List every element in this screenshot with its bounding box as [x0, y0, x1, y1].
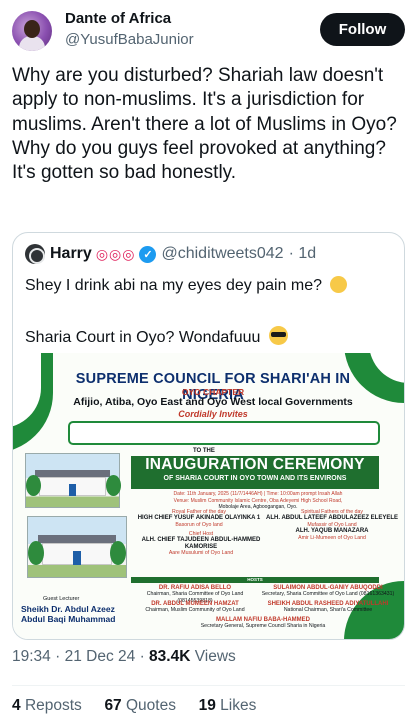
tweet-text: Why are you disturbed? Shariah law doesn…: [12, 65, 397, 184]
spiritual-title-2: Amir Li-Mumeen of Oyo Land: [298, 534, 366, 541]
smirk-emoji-icon: [329, 276, 347, 293]
quoted-author-handle[interactable]: @chiditweets042: [161, 245, 283, 263]
host-4-title: National Chairman, Shari'a Committee: [283, 607, 373, 614]
tweet-time[interactable]: 19:34: [12, 648, 51, 665]
building-photo-1: [25, 453, 121, 508]
host-5-name: MALLAM NAFIU BABA-HAMMED: [216, 617, 310, 623]
royal-name: HIGH CHIEF YUSUF AKINADE OLAYINKA 1: [137, 515, 261, 522]
quotes-link[interactable]: 67 Quotes: [104, 697, 180, 714]
author-name[interactable]: Dante of Africa: [65, 10, 171, 27]
spiritual-fathers: Spiritual Fathers of the day ALH. ABDUL …: [265, 509, 399, 541]
quoted-text-2: Sharia Court in Oyo? Wondafuuu: [25, 329, 261, 346]
hosts-label: HOSTS: [131, 577, 379, 583]
author-avatar[interactable]: [12, 11, 52, 51]
spiritual-name-2: ALH. YAQUB MANAZARA: [295, 528, 369, 535]
chief-host-name: ALH. CHIEF TAJUDEEN ABDUL-HAMMED KAMORIS…: [141, 537, 261, 550]
host-2-title: Secretary, Sharia Committee of Oyo Land …: [261, 591, 395, 598]
likes-count: 19: [198, 697, 216, 714]
quoted-text-line2: Sharia Court in Oyo? Wondafuuu: [25, 326, 395, 348]
lecturer-label: Guest Lecturer: [43, 596, 80, 602]
host-4: SHEIKH ABDUL RASHEED ADIYATULLAHI Nation…: [261, 601, 395, 614]
host-3: DR. ABDUL MUMEEN HAMZAT Chairman, Muslim…: [131, 601, 259, 614]
divider: [12, 685, 405, 686]
flyer-image[interactable]: SUPREME COUNCIL FOR SHARI'AH IN NIGERIA …: [13, 353, 404, 639]
tweet-header: Dante of Africa @YusufBabaJunior Follow: [12, 8, 405, 52]
engagement-stats: 4 Reposts 67 Quotes 19 Likes: [12, 697, 256, 715]
building-photo-2: [27, 516, 127, 578]
quoted-avatar[interactable]: [25, 244, 45, 264]
views-label: Views: [194, 648, 236, 665]
quoted-text-line1: Shey I drink abi na my eyes dey pain me?: [25, 275, 395, 296]
quoted-text-1: Shey I drink abi na my eyes dey pain me?: [25, 277, 323, 294]
sunglasses-emoji-icon: [268, 326, 288, 345]
quoted-tweet-header: Harry ◎◎◎ ✓ @chiditweets042 · 1d: [25, 243, 394, 265]
follow-button[interactable]: Follow: [320, 13, 405, 46]
host-5-title: Secretary General, Supreme Council Shari…: [200, 623, 326, 630]
likes-link[interactable]: 19 Likes: [199, 697, 257, 714]
tweet-meta: 19:34 · 21 Dec 24 · 83.4K Views: [12, 648, 236, 665]
flyer-invites: Cordially Invites: [178, 409, 248, 419]
royal-father: Royal Father of the day HIGH CHIEF YUSUF…: [135, 509, 263, 528]
reposts-label: Reposts: [24, 697, 82, 714]
chief-host: Chief Host ALH. CHIEF TAJUDEEN ABDUL-HAM…: [131, 531, 271, 557]
tweet-date[interactable]: 21 Dec 24: [65, 648, 136, 665]
host-5: MALLAM NAFIU BABA-HAMMED Secretary Gener…: [163, 617, 363, 630]
flyer-name-box: [68, 421, 380, 445]
lecturer-name-1: Sheikh Dr. Abdul Azeez: [21, 604, 115, 614]
spiritual-name-1: ALH. ABDUL LATEEF ABDULAZEEZ ELEYELE: [266, 515, 398, 522]
quotes-label: Quotes: [126, 697, 176, 714]
host-2: SULAIMON ABDUL-GANIY ABUQODDI Secretary,…: [261, 585, 395, 598]
target-emoji-icon: ◎◎◎: [95, 245, 136, 262]
views-count: 83.4K: [149, 648, 191, 665]
flyer-date: Date: 11th January, 2025 (11/7/1446AH) |…: [173, 491, 343, 497]
verified-badge-icon: ✓: [139, 245, 157, 263]
author-handle[interactable]: @YusufBabaJunior: [65, 31, 194, 48]
quoted-time[interactable]: · 1d: [289, 245, 317, 263]
host-2-name: SULAIMON ABDUL-GANIY ABUQODDI: [273, 585, 383, 591]
chief-host-title: Aare Musulumi of Oyo Land: [168, 550, 234, 557]
likes-label: Likes: [220, 697, 257, 714]
flyer-date-venue: Date: 11th January, 2025 (11/7/1446AH) |…: [143, 491, 373, 511]
flyer-to-the: TO THE: [193, 448, 215, 454]
flyer-event-title: INAUGURATION CEREMONY: [145, 456, 365, 473]
host-3-title: Chairman, Muslim Community of Oyo Land: [145, 607, 245, 614]
host-1-name: DR. RAFIU ADISA BELLO: [158, 585, 232, 591]
quoted-tweet[interactable]: Harry ◎◎◎ ✓ @chiditweets042 · 1d Shey I …: [12, 232, 405, 640]
guest-lecturer: Guest Lecturer Sheikh Dr. Abdul Azeez Ab…: [21, 595, 131, 624]
host-3-name: DR. ABDUL MUMEEN HAMZAT: [151, 601, 239, 607]
quoted-author-name[interactable]: Harry: [50, 245, 92, 263]
reposts-link[interactable]: 4 Reposts: [12, 697, 86, 714]
flyer-governments: Afijio, Atiba, Oyo East and Oyo West loc…: [73, 396, 353, 408]
flyer-event-subtitle: OF SHARIA COURT IN OYO TOWN AND ITS ENVI…: [163, 475, 347, 482]
royal-title: Basorun of Oyo land: [175, 521, 223, 528]
lecturer-name-2: Abdul Baqi Muhammad: [21, 614, 116, 624]
flyer-event-banner: INAUGURATION CEREMONY OF SHARIA COURT IN…: [131, 456, 379, 489]
host-4-name: SHEIKH ABDUL RASHEED ADIYATULLAHI: [267, 601, 389, 607]
reposts-count: 4: [12, 697, 21, 714]
quotes-count: 67: [104, 697, 122, 714]
